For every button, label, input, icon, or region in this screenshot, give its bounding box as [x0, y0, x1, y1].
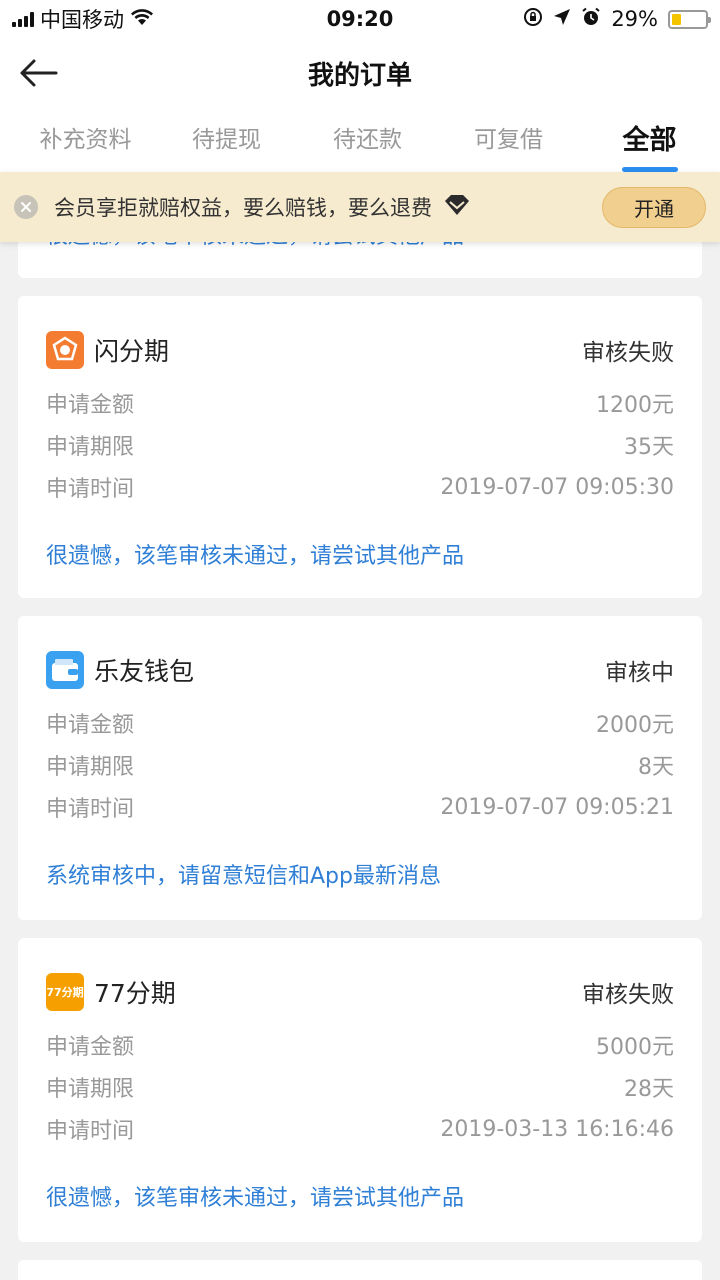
tab-all[interactable]: 全部 [579, 108, 720, 172]
tab-pending-withdraw[interactable]: 待提现 [156, 108, 297, 172]
tab-label: 可复借 [474, 127, 543, 153]
order-message: 系统审核中，请留意短信和App最新消息 [46, 864, 441, 889]
amount-label: 申请金额 [46, 713, 135, 738]
order-status: 审核失败 [582, 340, 674, 366]
order-card[interactable]: 乐友钱包 审核中 申请金额 2000元 申请期限 8天 申请时间 2019-07-07… [18, 616, 702, 920]
wallet-logo-icon [46, 651, 84, 689]
time-label: 申请时间 [46, 797, 135, 822]
term-label: 申请期限 [46, 755, 135, 780]
tab-bar: 补充资料 待提现 待还款 可复借 全部 [0, 108, 720, 172]
wifi-icon [130, 7, 154, 31]
alarm-icon [581, 7, 601, 32]
term-label: 申请期限 [46, 1077, 135, 1102]
member-banner: 会员享拒就赔权益，要么赔钱，要么退费 开通 [0, 172, 720, 242]
signal-icon [12, 11, 34, 27]
order-message: 很遗憾，该笔审核未通过，请尝试其他产品 [46, 1186, 465, 1211]
term-value: 35天 [624, 435, 674, 460]
amount-label: 申请金额 [46, 1035, 135, 1060]
tab-label: 待还款 [333, 127, 402, 153]
term-value: 28天 [624, 1077, 674, 1102]
battery-percent: 29% [611, 7, 658, 31]
amount-value: 5000元 [596, 1035, 674, 1060]
tab-supplement[interactable]: 补充资料 [15, 108, 156, 172]
diamond-icon [442, 193, 472, 221]
term-label: 申请期限 [46, 435, 135, 460]
product-logo-icon: 77分期 [46, 973, 84, 1011]
time-value: 2019-03-13 16:16:46 [440, 1116, 674, 1142]
order-list[interactable]: 很遗憾，该笔审核未通过，请尝试其他产品 闪分期 审核失败 申请金额 1200元 申… [0, 172, 720, 1280]
lock-rotation-icon [523, 7, 543, 32]
carrier-label: 中国移动 [40, 8, 124, 32]
battery-icon [668, 9, 711, 29]
order-status: 审核失败 [582, 982, 674, 1008]
tab-pending-repay[interactable]: 待还款 [297, 108, 438, 172]
status-bar: 中国移动 09:20 29% [0, 0, 720, 38]
product-logo-icon [46, 331, 84, 369]
nav-header: 我的订单 [0, 38, 720, 108]
amount-value: 2000元 [596, 713, 674, 738]
order-message: 很遗憾，该笔审核未通过，请尝试其他产品 [46, 544, 465, 569]
clock: 09:20 [326, 7, 394, 31]
time-label: 申请时间 [46, 477, 135, 502]
time-value: 2019-07-07 09:05:30 [440, 474, 674, 500]
order-status: 审核中 [605, 660, 674, 686]
order-card[interactable] [18, 1260, 702, 1280]
product-name: 闪分期 [94, 337, 170, 366]
close-icon[interactable] [14, 195, 38, 219]
time-label: 申请时间 [46, 1119, 135, 1144]
amount-label: 申请金额 [46, 393, 135, 418]
open-membership-button[interactable]: 开通 [602, 187, 706, 228]
page-title: 我的订单 [307, 60, 412, 91]
order-card[interactable]: 77分期 77分期 审核失败 申请金额 5000元 申请期限 28天 申请时间 201… [18, 938, 702, 1242]
time-value: 2019-07-07 09:05:21 [440, 794, 674, 820]
product-name: 77分期 [94, 979, 176, 1008]
logo-text: 77分期 [46, 986, 84, 999]
term-value: 8天 [638, 755, 674, 780]
location-icon [553, 7, 571, 31]
arrow-left-icon [20, 59, 58, 87]
amount-value: 1200元 [596, 393, 674, 418]
tab-label: 全部 [622, 125, 677, 156]
tab-label: 补充资料 [39, 127, 132, 153]
banner-text: 会员享拒就赔权益，要么赔钱，要么退费 [54, 196, 432, 220]
tab-reborrow[interactable]: 可复借 [438, 108, 579, 172]
order-card[interactable]: 闪分期 审核失败 申请金额 1200元 申请期限 35天 申请时间 2019-07-0… [18, 296, 702, 598]
back-button[interactable] [14, 50, 62, 96]
tab-label: 待提现 [192, 127, 261, 153]
product-name: 乐友钱包 [94, 657, 195, 686]
